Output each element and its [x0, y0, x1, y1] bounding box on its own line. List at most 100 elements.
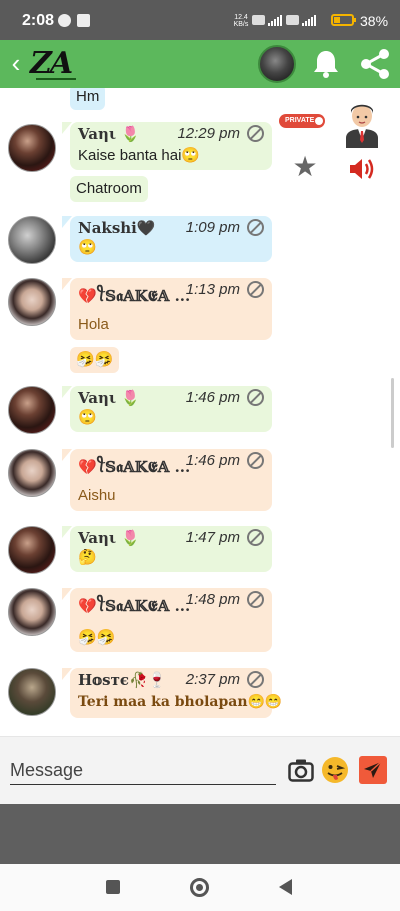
gallery-icon	[77, 14, 90, 27]
message-composer	[0, 736, 400, 804]
avatar[interactable]	[8, 668, 56, 716]
sender-name: Vaηι 🌷	[78, 529, 141, 547]
message-text: Teri maa ka bholapan😁😁	[78, 694, 283, 710]
sender-name: 💔ꪻ𝕊𝖆𝔸𝕂𝕰𝔸 ...	[78, 597, 191, 615]
logo-underline	[36, 78, 76, 80]
signal-icon	[268, 14, 282, 26]
message-input[interactable]	[10, 757, 276, 785]
recent-apps-button[interactable]	[106, 880, 120, 894]
bubble-tail	[62, 449, 72, 461]
back-button[interactable]	[279, 879, 292, 895]
avatar[interactable]	[8, 526, 56, 574]
message-time: 2:37 pm	[185, 671, 240, 688]
message-extra: 🤧🤧	[70, 347, 120, 373]
status-bar: 2:08 12.4 KB/s 38%	[0, 0, 400, 40]
star-icon[interactable]: ★	[292, 153, 318, 181]
message-bubble[interactable]: 💔ꪻ𝕊𝖆𝔸𝕂𝕰𝔸 ... 1:46 pm Aishu	[62, 449, 272, 511]
send-button[interactable]	[359, 756, 387, 784]
avatar[interactable]	[8, 124, 56, 172]
user-icon[interactable]	[344, 100, 380, 148]
message-extra: Chatroom	[70, 176, 148, 202]
avatar[interactable]	[8, 449, 56, 497]
message-text: Chatroom	[76, 180, 142, 197]
share-icon[interactable]	[358, 48, 392, 80]
message-time: 12:29 pm	[177, 125, 240, 142]
home-button[interactable]	[190, 878, 209, 897]
net-speed: 12.4 KB/s	[232, 14, 250, 28]
scrollbar[interactable]	[391, 378, 394, 448]
bubble-tail	[62, 278, 72, 290]
message-text: 🤔	[78, 549, 97, 566]
volte-icon-2	[286, 15, 299, 25]
message-bubble[interactable]: Vaηι 🌷 12:29 pm Kaise banta hai🙄	[62, 122, 272, 170]
message-bubble[interactable]: Vaηι 🌷 1:47 pm 🤔	[62, 526, 272, 572]
message-bubble[interactable]: Nakshi🖤 1:09 pm 🙄	[62, 216, 272, 262]
avatar[interactable]	[8, 216, 56, 264]
battery-tip	[354, 18, 356, 22]
sender-name: H𝕠ѕтє🥀🍷	[78, 671, 167, 689]
block-icon[interactable]	[247, 389, 264, 406]
bubble-tail	[62, 216, 72, 228]
sender-name: 💔ꪻ𝕊𝖆𝔸𝕂𝕰𝔸 ...	[78, 287, 191, 305]
message-bubble[interactable]: 💔ꪻ𝕊𝖆𝔸𝕂𝕰𝔸 ... 1:48 pm 🤧🤧	[62, 588, 272, 652]
bubble-tail	[62, 588, 72, 600]
message-text: Kaise banta hai🙄	[78, 147, 201, 164]
avatar[interactable]	[8, 278, 56, 326]
message-time: 1:48 pm	[185, 591, 240, 608]
status-left-icons	[58, 14, 90, 27]
battery-fill	[334, 17, 340, 23]
profile-avatar[interactable]	[258, 45, 296, 83]
sender-name: 💔ꪻ𝕊𝖆𝔸𝕂𝕰𝔸 ...	[78, 458, 191, 476]
message-text: 🙄	[78, 409, 97, 426]
logo-text: ZA	[30, 46, 73, 81]
message-text: Hola	[78, 316, 109, 333]
volte-icon	[252, 15, 265, 25]
battery-percent: 38%	[360, 13, 389, 29]
bubble-tail	[62, 122, 72, 134]
bubble-tail	[62, 668, 72, 680]
net-speed-value: 12.4	[234, 14, 248, 21]
message-text: Hm	[76, 88, 100, 105]
block-icon[interactable]	[247, 281, 264, 298]
signal-icon-2	[302, 14, 316, 26]
bubble-tail	[62, 386, 72, 398]
block-icon[interactable]	[247, 591, 264, 608]
message-bubble[interactable]: Vaηι 🌷 1:46 pm 🙄	[62, 386, 272, 432]
message-time: 1:46 pm	[185, 389, 240, 406]
block-icon[interactable]	[247, 529, 264, 546]
avatar[interactable]	[8, 588, 56, 636]
message-text: Aishu	[78, 487, 116, 504]
camera-icon[interactable]	[288, 758, 314, 782]
message-bubble[interactable]: 💔ꪻ𝕊𝖆𝔸𝕂𝕰𝔸 ... 1:13 pm Hola	[62, 278, 272, 340]
block-icon[interactable]	[247, 452, 264, 469]
keyboard-area	[0, 804, 400, 864]
app-bar: ‹ ZA	[0, 40, 400, 88]
net-speed-unit: KB/s	[233, 21, 249, 28]
avatar[interactable]	[8, 386, 56, 434]
system-nav-bar	[0, 864, 400, 911]
block-icon[interactable]	[247, 219, 264, 236]
message-text: 🤧🤧	[78, 629, 116, 646]
sender-name: Vaηι 🌷	[78, 389, 141, 407]
message-time: 1:13 pm	[185, 281, 240, 298]
notification-icon	[58, 14, 71, 27]
message-time: 1:47 pm	[185, 529, 240, 546]
message-bubble[interactable]: H𝕠ѕтє🥀🍷 2:37 pm Teri maa ka bholapan😁😁	[62, 668, 282, 718]
message-text: 🤧🤧	[76, 351, 114, 368]
bell-icon[interactable]	[311, 48, 341, 80]
sender-name: Nakshi🖤	[78, 219, 156, 237]
back-arrow-icon[interactable]: ‹	[6, 50, 26, 78]
chat-list[interactable]: Hm PRIVATE ★ Vaηι 🌷 12:29 pm Kaise banta…	[0, 88, 400, 736]
sender-name: Vaηι 🌷	[78, 125, 141, 143]
block-icon[interactable]	[247, 125, 264, 142]
status-time: 2:08	[22, 12, 55, 29]
message-time: 1:46 pm	[185, 452, 240, 469]
message-text: 🙄	[78, 239, 97, 256]
battery-icon	[331, 14, 354, 26]
private-badge[interactable]: PRIVATE	[279, 114, 325, 128]
app-logo: ZA	[30, 46, 82, 82]
emoji-icon[interactable]	[322, 757, 348, 783]
block-icon[interactable]	[247, 671, 264, 688]
message-extra: Hm	[70, 88, 106, 110]
speaker-icon[interactable]	[348, 156, 376, 182]
